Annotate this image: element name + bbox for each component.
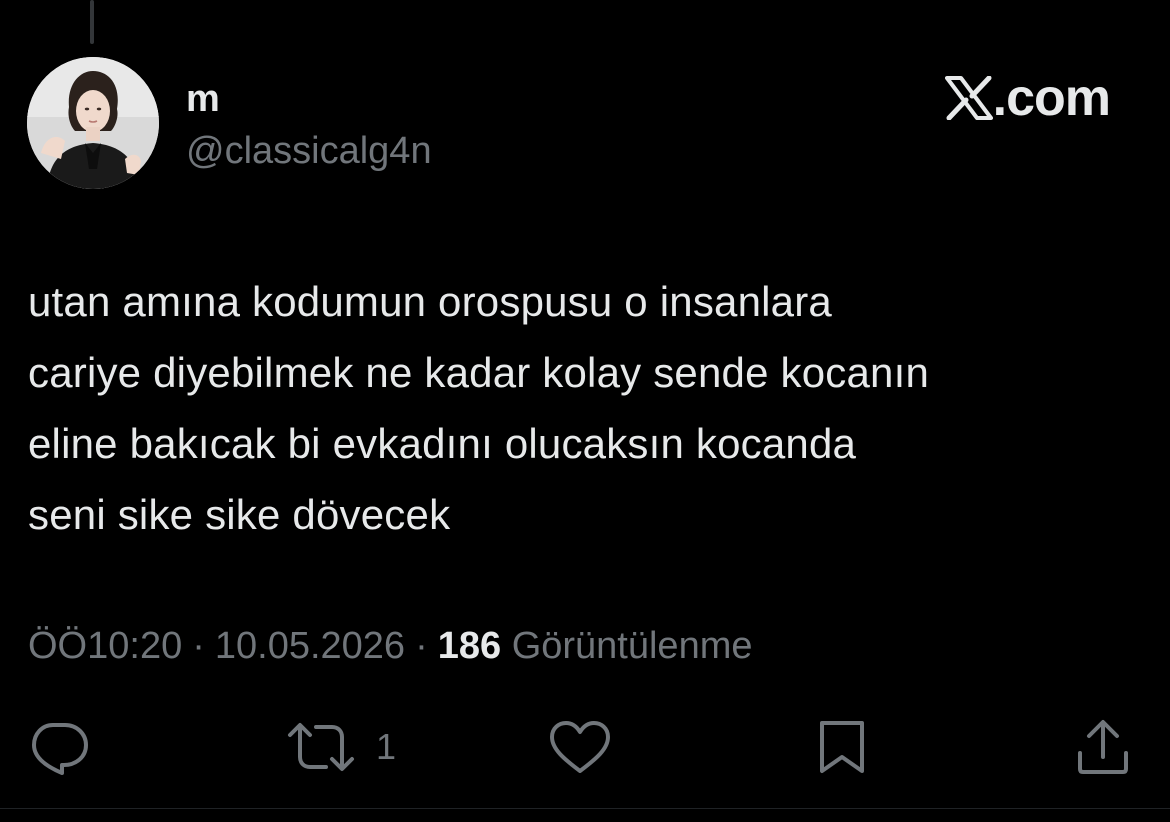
reply-icon <box>32 723 88 775</box>
like-button[interactable] <box>548 712 612 782</box>
share-button[interactable] <box>1074 712 1132 782</box>
brand-domain-text: .com <box>992 69 1111 127</box>
bookmark-icon <box>820 721 864 773</box>
avatar-image <box>27 57 159 189</box>
meta-separator: · <box>415 625 428 667</box>
meta-separator: · <box>192 625 205 667</box>
action-bar: 1 <box>0 712 1170 782</box>
heart-icon <box>550 721 610 773</box>
avatar[interactable] <box>27 57 159 189</box>
bookmark-button[interactable] <box>816 712 868 782</box>
author-handle[interactable]: @classicalg4n <box>186 128 432 174</box>
author-display-name[interactable]: m <box>186 76 220 122</box>
tweet-date[interactable]: 10.05.2026 <box>215 625 405 667</box>
reply-button[interactable] <box>28 712 90 782</box>
tweet-meta: ÖÖ10:20 · 10.05.2026 · 186 Görüntülenme <box>28 622 753 670</box>
tweet-text: utan amına kodumun orospusu o insanlara … <box>28 278 930 538</box>
tweet-time[interactable]: ÖÖ10:20 <box>28 625 182 667</box>
views-label: Görüntülenme <box>511 625 753 667</box>
retweet-button[interactable]: 1 <box>286 712 396 782</box>
x-logo-icon <box>944 76 993 120</box>
views-count: 186 <box>437 625 502 667</box>
divider <box>0 808 1170 809</box>
retweet-count: 1 <box>376 726 397 767</box>
brand-watermark: .com <box>944 66 1111 130</box>
thread-connector-line <box>90 0 94 44</box>
retweet-icon <box>288 723 354 771</box>
share-icon <box>1078 720 1128 774</box>
